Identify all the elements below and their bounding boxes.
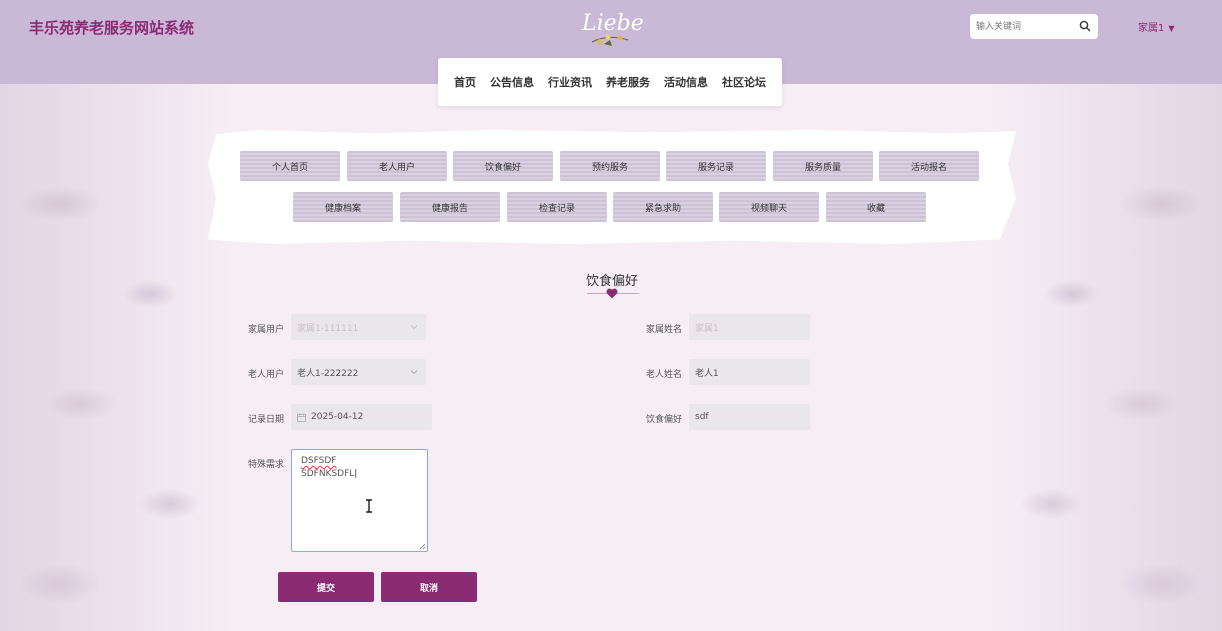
- calendar-icon: [297, 413, 306, 422]
- chevron-down-icon: ▼: [1168, 24, 1175, 33]
- resize-handle-icon[interactable]: [418, 542, 426, 550]
- menu-diet-preferences[interactable]: 饮食偏好: [453, 151, 553, 181]
- user-menu-panel: [208, 130, 1016, 244]
- main-nav: 首页 公告信息 行业资讯 养老服务 活动信息 社区论坛: [438, 58, 782, 106]
- ibeam-cursor-icon: [366, 499, 372, 513]
- elder-user-select[interactable]: 老人1-222222: [291, 359, 426, 385]
- chevron-down-icon: [410, 370, 418, 375]
- family-user-value: 家属1-111111: [297, 323, 359, 334]
- search-icon[interactable]: [1079, 20, 1091, 32]
- diet-pref-label: 饮食偏好: [646, 415, 683, 425]
- menu-service-records[interactable]: 服务记录: [666, 151, 766, 181]
- nav-activities[interactable]: 活动信息: [664, 74, 708, 90]
- nav-home[interactable]: 首页: [454, 74, 476, 90]
- user-menu[interactable]: 家属1 ▼: [1138, 19, 1175, 34]
- elder-user-value: 老人1-222222: [297, 368, 359, 379]
- search-input[interactable]: [976, 18, 1076, 35]
- family-name-field: 家属1: [689, 314, 810, 340]
- heart-icon: [606, 288, 618, 299]
- elder-name-label: 老人姓名: [646, 370, 683, 380]
- nav-announcements[interactable]: 公告信息: [490, 74, 534, 90]
- menu-emergency-help[interactable]: 紧急求助: [613, 192, 713, 222]
- record-date-label: 记录日期: [248, 415, 285, 425]
- user-name: 家属1: [1138, 23, 1165, 34]
- search-box: [970, 14, 1098, 39]
- family-user-select: 家属1-111111: [291, 314, 426, 340]
- menu-health-archive[interactable]: 健康档案: [293, 192, 393, 222]
- family-user-label: 家属用户: [248, 325, 285, 335]
- logo-text: Liebe: [581, 11, 644, 36]
- floral-decoration-left: [0, 84, 230, 631]
- menu-favorites[interactable]: 收藏: [826, 192, 926, 222]
- special-needs-label: 特殊需求: [248, 460, 285, 470]
- chevron-down-icon: [410, 325, 418, 330]
- family-name-value: 家属1: [695, 323, 719, 334]
- record-date-value: 2025-04-12: [311, 412, 364, 422]
- nav-elderly-services[interactable]: 养老服务: [606, 74, 650, 90]
- nav-forum[interactable]: 社区论坛: [722, 74, 766, 90]
- special-needs-line-2: SDFNKSDFL|: [301, 469, 358, 479]
- menu-personal-home[interactable]: 个人首页: [240, 151, 340, 181]
- menu-booking-service[interactable]: 预约服务: [560, 151, 660, 181]
- menu-elderly-users[interactable]: 老人用户: [347, 151, 447, 181]
- elder-name-value: 老人1: [695, 368, 719, 379]
- floral-decoration-right: [992, 84, 1222, 631]
- logo[interactable]: Liebe: [578, 4, 644, 48]
- diet-pref-value: sdf: [695, 412, 709, 422]
- menu-check-records[interactable]: 检查记录: [507, 192, 607, 222]
- menu-health-report[interactable]: 健康报告: [400, 192, 500, 222]
- record-date-picker[interactable]: 2025-04-12: [291, 404, 432, 430]
- special-needs-textarea[interactable]: DSFSDF SDFNKSDFL|: [291, 449, 428, 552]
- site-title: 丰乐苑养老服务网站系统: [29, 19, 195, 37]
- elder-name-field[interactable]: 老人1: [689, 359, 810, 385]
- special-needs-line-1: DSFSDF: [301, 456, 337, 466]
- diet-pref-field[interactable]: sdf: [689, 404, 810, 430]
- submit-button[interactable]: 提交: [278, 572, 374, 602]
- menu-service-quality[interactable]: 服务质量: [773, 151, 873, 181]
- nav-industry-news[interactable]: 行业资讯: [548, 74, 592, 90]
- menu-activity-signup[interactable]: 活动报名: [879, 151, 979, 181]
- menu-video-chat[interactable]: 视频聊天: [719, 192, 819, 222]
- cancel-button[interactable]: 取消: [381, 572, 477, 602]
- page-title: 饮食偏好: [585, 274, 638, 289]
- family-name-label: 家属姓名: [646, 325, 683, 335]
- elder-user-label: 老人用户: [248, 370, 285, 380]
